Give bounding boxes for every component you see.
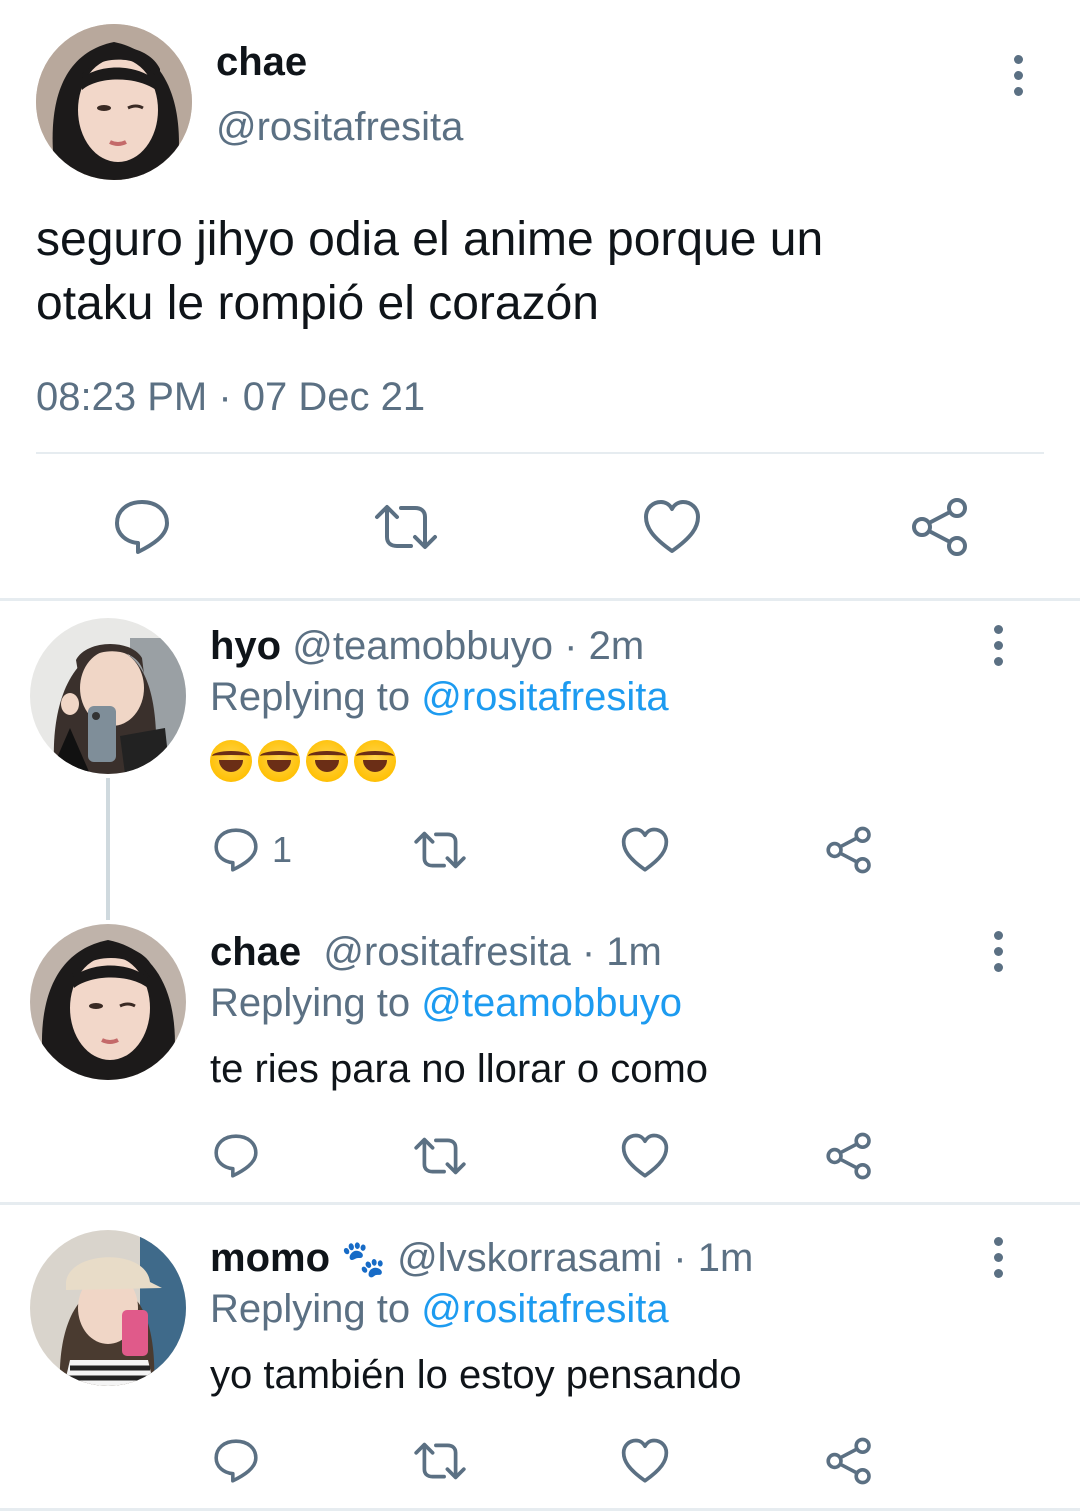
replying-to-prefix: Replying to <box>210 981 411 1025</box>
reply-header: chae @rositafresita · 1m <box>210 928 662 976</box>
reply-header: momo 🐾 @lvskorrasami · 1m <box>210 1234 753 1284</box>
replying-to-link[interactable]: @rositafresita <box>421 1287 668 1331</box>
tweet-text: seguro jihyo odia el anime porque un ota… <box>36 208 823 336</box>
reply-bubble-icon[interactable] <box>210 826 262 874</box>
reply-time[interactable]: · 1m <box>673 1236 753 1280</box>
avatar[interactable] <box>30 1230 186 1386</box>
reply-display-name[interactable]: chae <box>210 930 301 974</box>
replying-to-prefix: Replying to <box>210 1287 411 1331</box>
replying-to-link[interactable]: @rositafresita <box>421 675 668 719</box>
avatar[interactable] <box>36 24 192 180</box>
reply-time[interactable]: · 2m <box>564 624 644 668</box>
replying-to: Replying to @teamobbuyo <box>210 979 682 1027</box>
reply-bubble-icon[interactable] <box>210 1437 262 1485</box>
reply-bubble-icon[interactable] <box>210 1132 262 1180</box>
reply-emoji-text <box>210 740 402 786</box>
avatar[interactable] <box>30 924 186 1080</box>
more-options-icon[interactable] <box>978 1227 1018 1287</box>
rofl-emoji-icon <box>354 740 396 782</box>
reply-handle[interactable]: @rositafresita <box>323 930 570 974</box>
retweet-icon[interactable] <box>410 1132 470 1180</box>
reply-handle[interactable]: @teamobbuyo <box>292 624 553 668</box>
reply-bubble-icon[interactable] <box>110 497 174 557</box>
reply-display-name[interactable]: momo <box>210 1236 330 1280</box>
reply-handle[interactable]: @lvskorrasami <box>397 1236 662 1280</box>
tweet-text-line: seguro jihyo odia el anime porque un <box>36 213 824 266</box>
paw-prints-icon: 🐾 <box>341 1239 386 1280</box>
divider <box>0 1202 1080 1205</box>
heart-icon[interactable] <box>618 1437 672 1485</box>
replying-to-link[interactable]: @teamobbuyo <box>421 981 682 1025</box>
share-icon[interactable] <box>908 497 972 557</box>
share-icon[interactable] <box>822 1132 876 1180</box>
tweet-timestamp[interactable]: 08:23 PM · 07 Dec 21 <box>36 373 425 421</box>
replying-to-prefix: Replying to <box>210 675 411 719</box>
rofl-emoji-icon <box>258 740 300 782</box>
heart-icon[interactable] <box>640 497 704 557</box>
reply-header: hyo @teamobbuyo · 2m <box>210 622 644 670</box>
retweet-icon[interactable] <box>410 826 470 874</box>
more-options-icon[interactable] <box>978 615 1018 675</box>
thread-line <box>106 778 110 920</box>
author-handle[interactable]: @rositafresita <box>216 103 463 151</box>
avatar[interactable] <box>30 618 186 774</box>
divider <box>0 1508 1080 1511</box>
reply-count: 1 <box>272 829 293 870</box>
more-options-icon[interactable] <box>978 921 1018 981</box>
tweet-text-line: otaku le rompió el corazón <box>36 277 599 330</box>
divider <box>0 598 1080 601</box>
share-icon[interactable] <box>822 826 876 874</box>
reply-display-name[interactable]: hyo <box>210 624 281 668</box>
replying-to: Replying to @rositafresita <box>210 1285 669 1333</box>
reply-text: te ries para no llorar o como <box>210 1047 709 1091</box>
share-icon[interactable] <box>822 1437 876 1485</box>
retweet-icon[interactable] <box>410 1437 470 1485</box>
replying-to: Replying to @rositafresita <box>210 673 669 721</box>
reply-text: yo también lo estoy pensando <box>210 1353 742 1397</box>
reply-time[interactable]: · 1m <box>582 930 662 974</box>
heart-icon[interactable] <box>618 1132 672 1180</box>
rofl-emoji-icon <box>306 740 348 782</box>
more-options-icon[interactable] <box>998 45 1038 105</box>
rofl-emoji-icon <box>210 740 252 782</box>
author-display-name[interactable]: chae <box>216 38 307 86</box>
heart-icon[interactable] <box>618 826 672 874</box>
divider <box>36 452 1044 454</box>
retweet-icon[interactable] <box>370 497 442 557</box>
